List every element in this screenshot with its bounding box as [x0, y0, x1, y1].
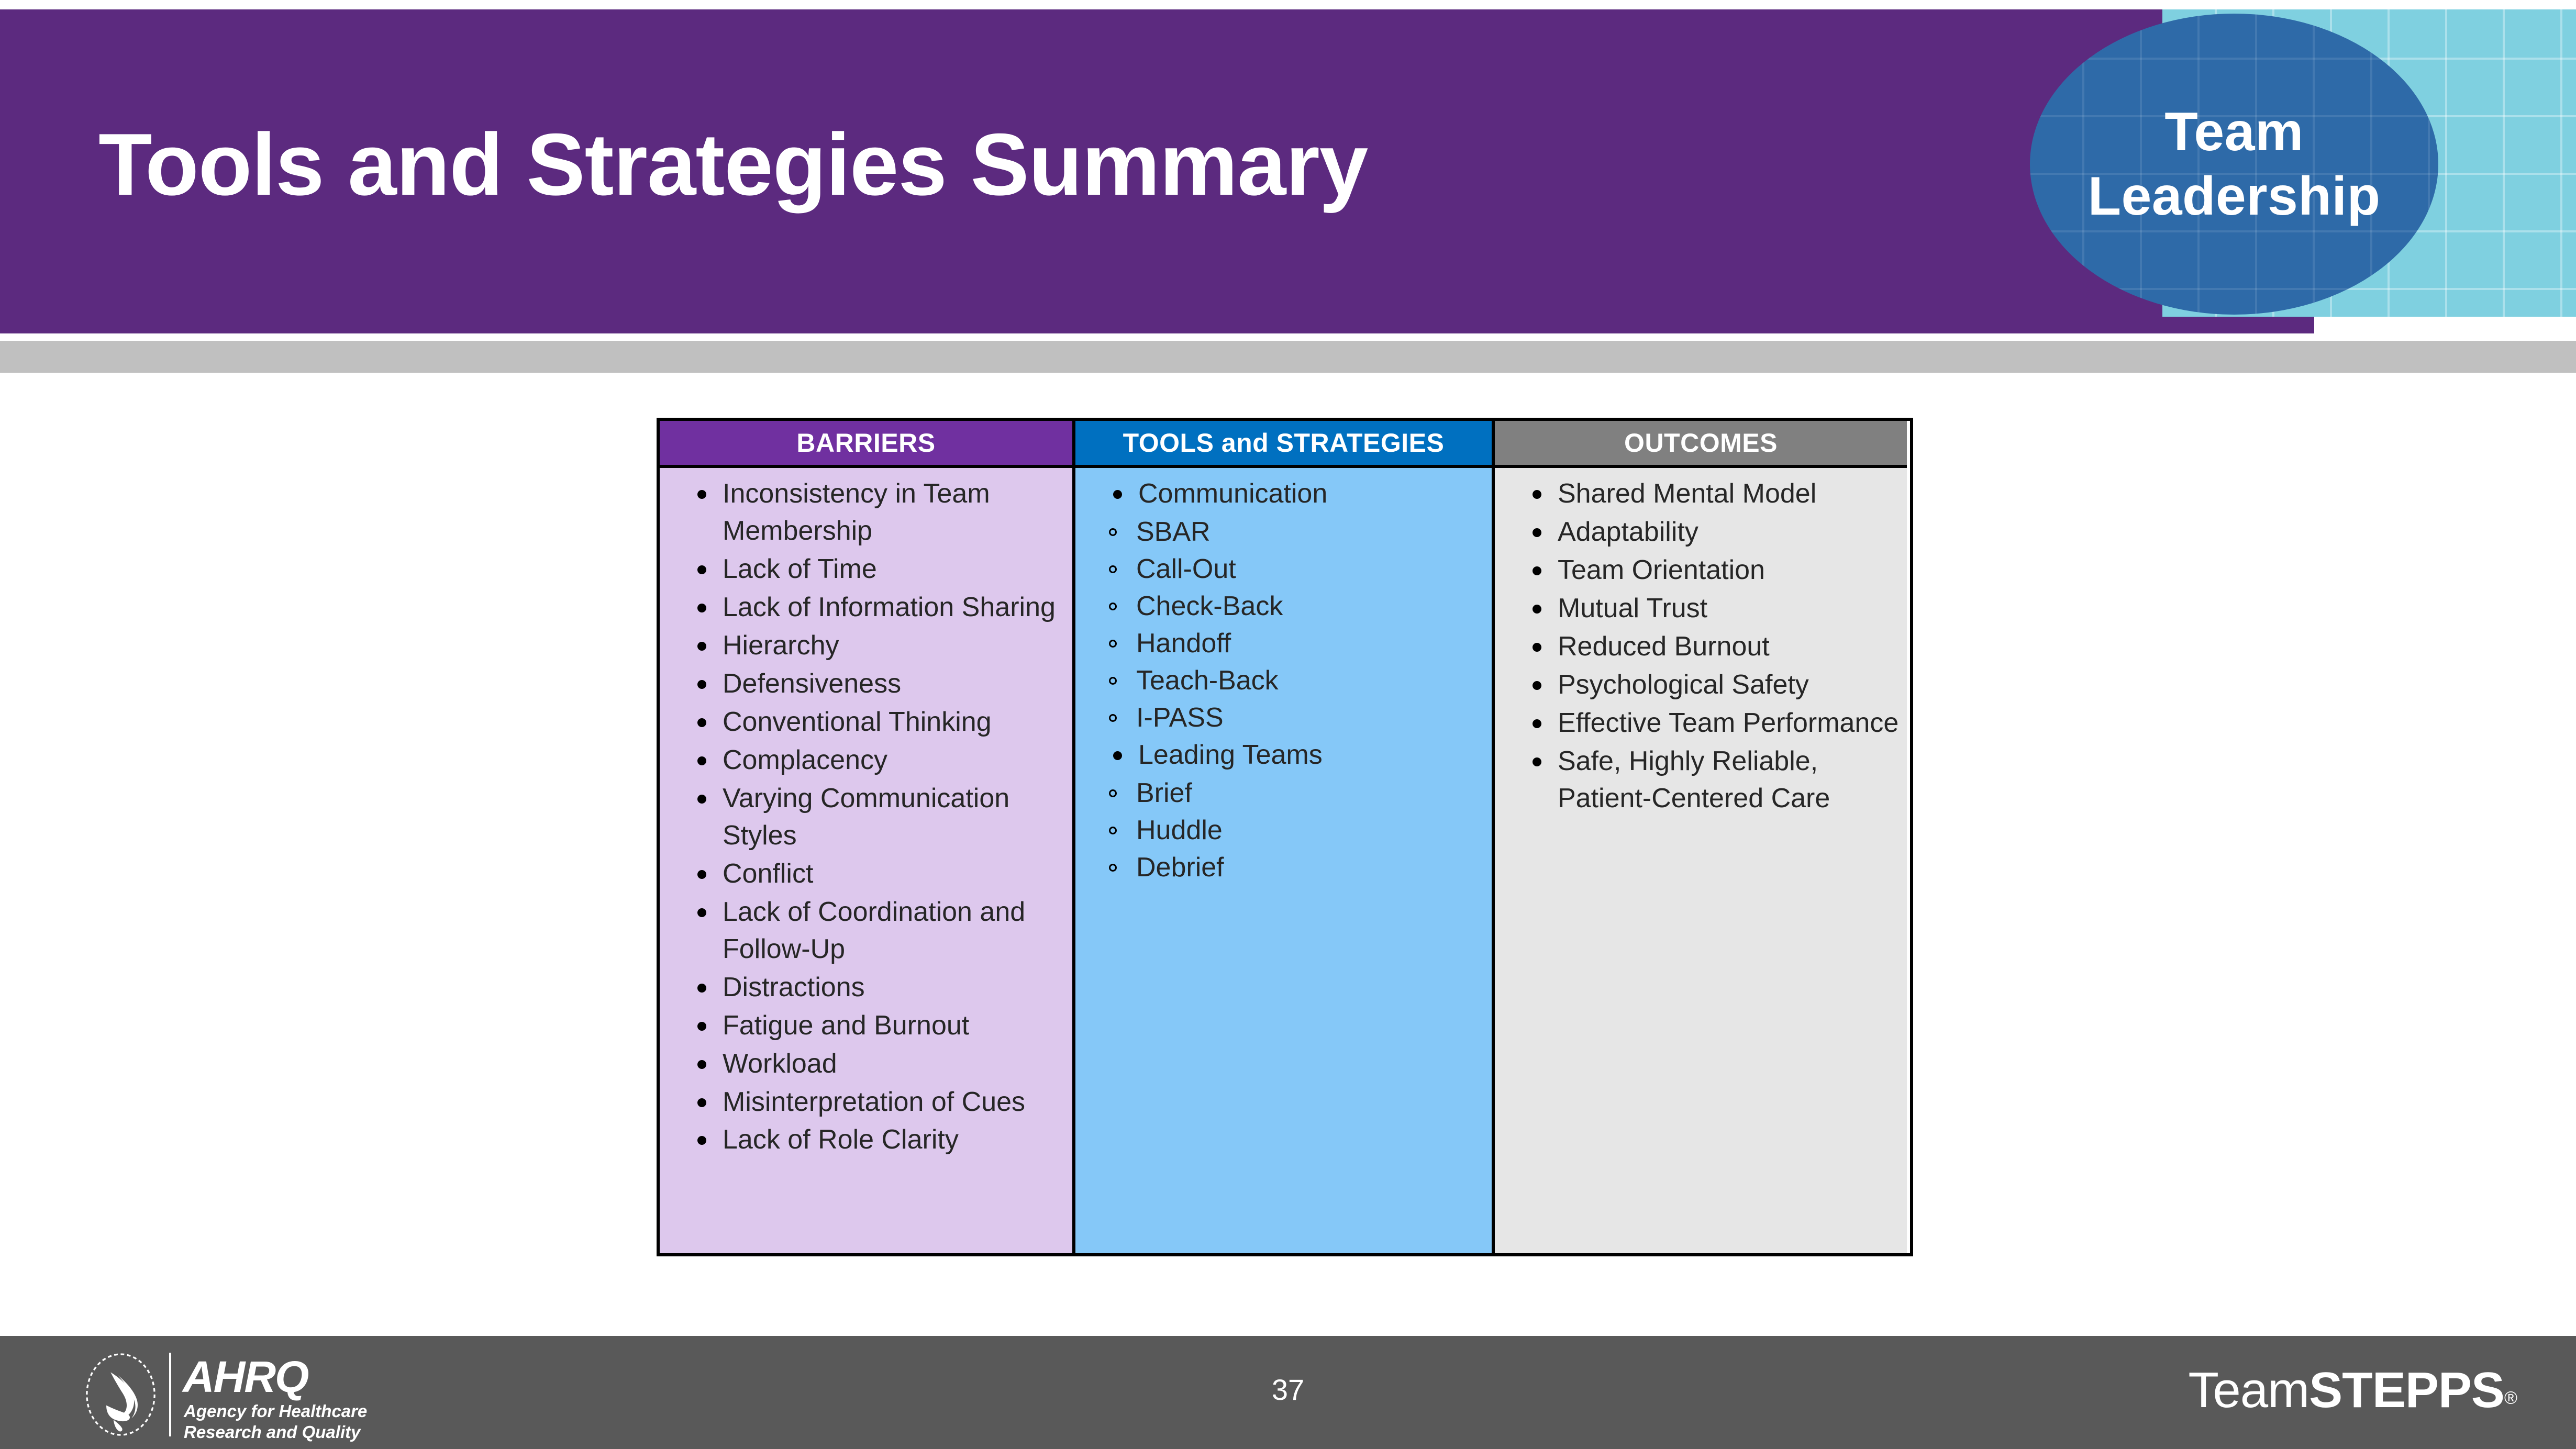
- list-item: Team Orientation: [1500, 552, 1902, 589]
- tools-group-leading-teams: Leading Teams Brief Huddle Debrief: [1081, 737, 1486, 886]
- tools-and-strategies-summary-table: BARRIERS Inconsistency in Team Membershi…: [657, 418, 1913, 1256]
- list-item: Inconsistency in Team Membership: [665, 475, 1067, 550]
- list-item: Lack of Time: [665, 551, 1067, 588]
- list-item: Hierarchy: [665, 627, 1067, 664]
- table-column-tools-and-strategies: TOOLS and STRATEGIES Communication SBAR …: [1075, 421, 1495, 1253]
- list-item: Psychological Safety: [1500, 666, 1902, 704]
- list-item: Varying Communication Styles: [665, 780, 1067, 854]
- barriers-list: Inconsistency in Team Membership Lack of…: [665, 475, 1067, 1158]
- list-item: Defensiveness: [665, 665, 1067, 703]
- column-body-barriers: Inconsistency in Team Membership Lack of…: [660, 468, 1072, 1253]
- column-body-tools-and-strategies: Communication SBAR Call-Out Check-Back H…: [1075, 468, 1492, 1253]
- teamstepps-stepps-text: STEPPS: [2309, 1362, 2505, 1418]
- list-item: Communication: [1081, 475, 1486, 512]
- list-item: Brief: [1081, 775, 1486, 812]
- column-header-tools-and-strategies: TOOLS and STRATEGIES: [1075, 421, 1492, 468]
- list-item: Misinterpretation of Cues: [665, 1084, 1067, 1121]
- header-divider-rule: [0, 341, 2576, 373]
- list-item: Safe, Highly Reliable, Patient-Centered …: [1500, 743, 1902, 817]
- list-item: Adaptability: [1500, 514, 1902, 551]
- list-item: Shared Mental Model: [1500, 475, 1902, 512]
- column-header-outcomes: OUTCOMES: [1495, 421, 1907, 468]
- table-column-outcomes: OUTCOMES Shared Mental Model Adaptabilit…: [1495, 421, 1907, 1253]
- list-item: Huddle: [1081, 812, 1486, 849]
- tools-group-label-list: Leading Teams: [1081, 737, 1486, 774]
- leading-teams-sub-list: Brief Huddle Debrief: [1081, 775, 1486, 886]
- list-item: Lack of Information Sharing: [665, 589, 1067, 626]
- list-item: Conventional Thinking: [665, 704, 1067, 741]
- tools-group-label-list: Communication: [1081, 475, 1486, 512]
- column-header-barriers: BARRIERS: [660, 421, 1072, 468]
- teamstepps-team-text: Team: [2188, 1362, 2309, 1418]
- teamstepps-logo: TeamSTEPPS®: [2188, 1365, 2517, 1415]
- list-item: Call-Out: [1081, 551, 1486, 588]
- list-item: Handoff: [1081, 625, 1486, 662]
- page-title: Tools and Strategies Summary: [98, 115, 1368, 214]
- list-item: Leading Teams: [1081, 737, 1486, 774]
- ahrq-tagline: Agency for Healthcare Research and Quali…: [184, 1401, 368, 1442]
- list-item: Complacency: [665, 742, 1067, 779]
- list-item: Distractions: [665, 969, 1067, 1006]
- list-item: Lack of Coordination and Follow-Up: [665, 894, 1067, 968]
- list-item: SBAR: [1081, 514, 1486, 551]
- list-item: Workload: [665, 1045, 1067, 1083]
- slide-header: Team Leadership Tools and Strategies Sum…: [0, 9, 2576, 333]
- team-leadership-badge: Team Leadership: [2030, 14, 2438, 315]
- list-item: Mutual Trust: [1500, 590, 1902, 627]
- list-item: Effective Team Performance: [1500, 705, 1902, 742]
- list-item: Debrief: [1081, 849, 1486, 886]
- registered-trademark-icon: ®: [2504, 1388, 2517, 1408]
- list-item: Teach-Back: [1081, 662, 1486, 699]
- communication-sub-list: SBAR Call-Out Check-Back Handoff Teach-B…: [1081, 514, 1486, 737]
- team-leadership-badge-label: Team Leadership: [2088, 101, 2381, 227]
- outcomes-list: Shared Mental Model Adaptability Team Or…: [1500, 475, 1902, 817]
- list-item: Check-Back: [1081, 588, 1486, 625]
- column-body-outcomes: Shared Mental Model Adaptability Team Or…: [1495, 468, 1907, 1253]
- list-item: Lack of Role Clarity: [665, 1121, 1067, 1158]
- list-item: I-PASS: [1081, 699, 1486, 737]
- list-item: Reduced Burnout: [1500, 628, 1902, 665]
- list-item: Fatigue and Burnout: [665, 1007, 1067, 1044]
- tools-group-communication: Communication SBAR Call-Out Check-Back H…: [1081, 475, 1486, 737]
- list-item: Conflict: [665, 855, 1067, 893]
- table-column-barriers: BARRIERS Inconsistency in Team Membershi…: [660, 421, 1075, 1253]
